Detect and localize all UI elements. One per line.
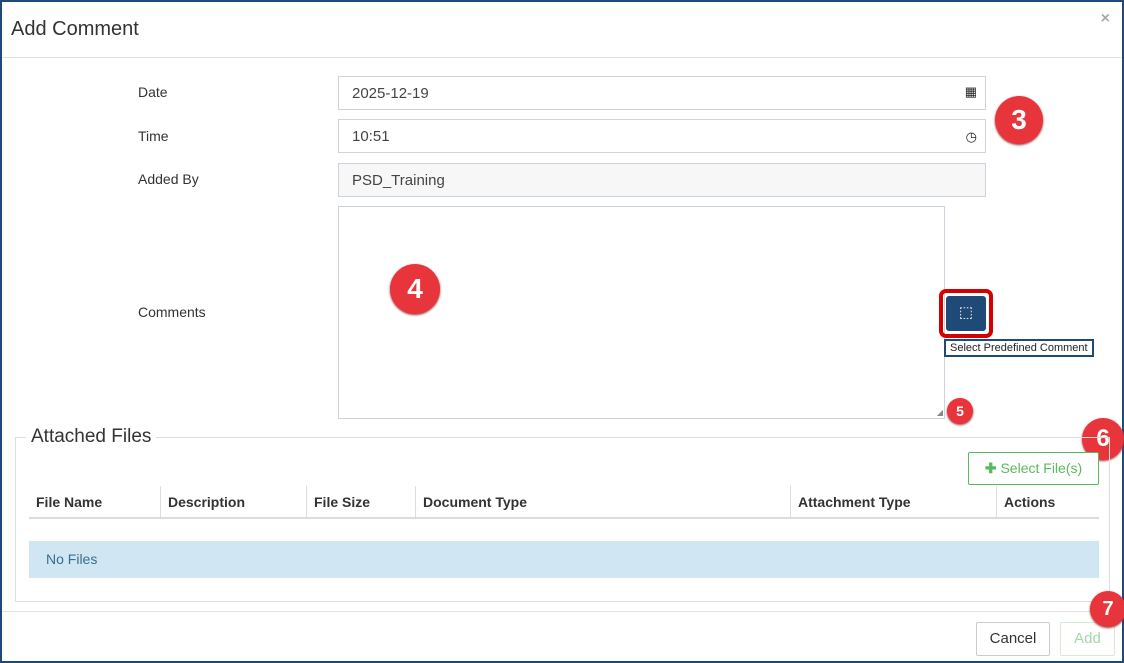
added-by-value: PSD_Training (352, 172, 445, 189)
select-files-button[interactable]: ✚ Select File(s) (968, 452, 1099, 485)
time-value: 10:51 (352, 128, 390, 145)
col-file-size[interactable]: File Size (307, 486, 416, 518)
table-header-divider (29, 517, 1099, 519)
step-badge-3: 3 (995, 96, 1043, 144)
added-by-label: Added By (138, 171, 199, 187)
select-files-label: Select File(s) (1000, 460, 1083, 476)
added-by-input: PSD_Training (338, 163, 986, 197)
time-label: Time (138, 128, 169, 144)
date-input[interactable]: 2025-12-19 ▦ (338, 76, 986, 110)
add-comment-dialog: Add Comment × Date 2025-12-19 ▦ Time 10:5… (0, 0, 1124, 663)
no-files-row: No Files (29, 541, 1099, 578)
attached-files-legend: Attached Files (26, 426, 157, 448)
col-attachment-type[interactable]: Attachment Type (791, 486, 997, 518)
close-icon[interactable]: × (1101, 10, 1110, 28)
step-badge-7: 7 (1090, 591, 1124, 627)
pointer-icon: ⬚ (946, 296, 986, 331)
dialog-header: Add Comment × (2, 2, 1122, 58)
dialog-title: Add Comment (11, 18, 139, 40)
clock-icon[interactable]: ◷ (966, 129, 977, 145)
date-value: 2025-12-19 (352, 85, 429, 102)
tooltip: Select Predefined Comment (944, 339, 1094, 357)
calendar-icon[interactable]: ▦ (965, 84, 977, 100)
resize-grip-icon[interactable]: ◢ (937, 408, 943, 417)
col-description[interactable]: Description (161, 486, 307, 518)
plus-icon: ✚ (984, 460, 1001, 476)
time-input[interactable]: 10:51 ◷ (338, 119, 986, 153)
add-button[interactable]: Add (1060, 622, 1115, 656)
step-badge-5: 5 (947, 398, 973, 424)
col-document-type[interactable]: Document Type (416, 486, 791, 518)
step-badge-4: 4 (390, 264, 440, 314)
date-label: Date (138, 84, 168, 100)
select-predefined-comment-button[interactable]: ⬚ (939, 289, 993, 338)
cancel-button[interactable]: Cancel (976, 622, 1050, 656)
comments-label: Comments (138, 304, 206, 320)
col-file-name[interactable]: File Name (29, 486, 161, 518)
comments-textarea[interactable]: ◢ (338, 206, 945, 419)
col-actions[interactable]: Actions (997, 486, 1099, 518)
dialog-footer (2, 611, 1122, 612)
